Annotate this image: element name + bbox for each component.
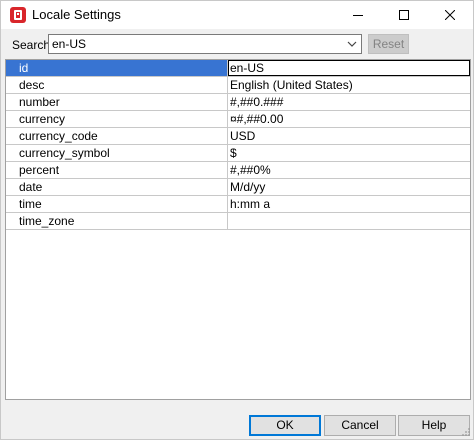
property-key-cell[interactable]: time (6, 196, 228, 212)
property-key-cell[interactable]: currency_symbol (6, 145, 228, 161)
table-row[interactable]: date M/d/yy (6, 179, 470, 196)
property-value-cell[interactable]: English (United States) (228, 77, 470, 93)
minimize-button[interactable] (335, 1, 381, 29)
close-icon (445, 10, 455, 20)
property-value-cell[interactable]: $ (228, 145, 470, 161)
maximize-button[interactable] (381, 1, 427, 29)
property-value-cell[interactable]: h:mm a (228, 196, 470, 212)
table-row[interactable]: percent #,##0% (6, 162, 470, 179)
app-icon (10, 7, 26, 23)
resize-grip-icon[interactable] (461, 427, 471, 437)
window-title: Locale Settings (32, 7, 121, 22)
property-value-cell[interactable]: #,##0% (228, 162, 470, 178)
close-button[interactable] (427, 1, 473, 29)
table-row[interactable]: desc English (United States) (6, 77, 470, 94)
property-value-cell[interactable]: #,##0.### (228, 94, 470, 110)
property-value-cell[interactable]: M/d/yy (228, 179, 470, 195)
table-row[interactable]: number #,##0.### (6, 94, 470, 111)
property-key-cell[interactable]: desc (6, 77, 228, 93)
search-input[interactable]: en-US (52, 37, 86, 51)
table-row[interactable]: currency_symbol $ (6, 145, 470, 162)
chevron-down-icon[interactable] (347, 38, 357, 50)
property-key-cell[interactable]: date (6, 179, 228, 195)
locale-settings-dialog: Locale Settings Search en-US Reset id en-… (0, 0, 474, 440)
table-row[interactable]: id en-US (6, 60, 470, 77)
locale-properties-table: id en-US desc English (United States) number… (5, 59, 471, 400)
property-key-cell[interactable]: currency_code (6, 128, 228, 144)
property-key-cell[interactable]: percent (6, 162, 228, 178)
table-row[interactable]: time_zone (6, 213, 470, 230)
property-key-cell[interactable]: time_zone (6, 213, 228, 229)
reset-button[interactable]: Reset (368, 34, 409, 54)
property-key-cell[interactable]: number (6, 94, 228, 110)
cancel-button[interactable]: Cancel (324, 415, 396, 436)
table-row[interactable]: currency ¤#,##0.00 (6, 111, 470, 128)
property-value-cell[interactable] (228, 213, 470, 229)
search-label: Search (12, 38, 51, 52)
search-combobox[interactable]: en-US (48, 34, 362, 54)
property-key-cell[interactable]: id (6, 60, 228, 76)
help-button[interactable]: Help (398, 415, 470, 436)
table-row[interactable]: currency_code USD (6, 128, 470, 145)
property-value-cell[interactable]: ¤#,##0.00 (228, 111, 470, 127)
title-bar[interactable]: Locale Settings (1, 1, 473, 29)
table-row[interactable]: time h:mm a (6, 196, 470, 213)
property-value-cell[interactable]: USD (228, 128, 470, 144)
minimize-icon (353, 15, 363, 16)
ok-button[interactable]: OK (249, 415, 321, 436)
property-key-cell[interactable]: currency (6, 111, 228, 127)
property-value-cell[interactable]: en-US (228, 60, 470, 76)
maximize-icon (399, 10, 409, 20)
